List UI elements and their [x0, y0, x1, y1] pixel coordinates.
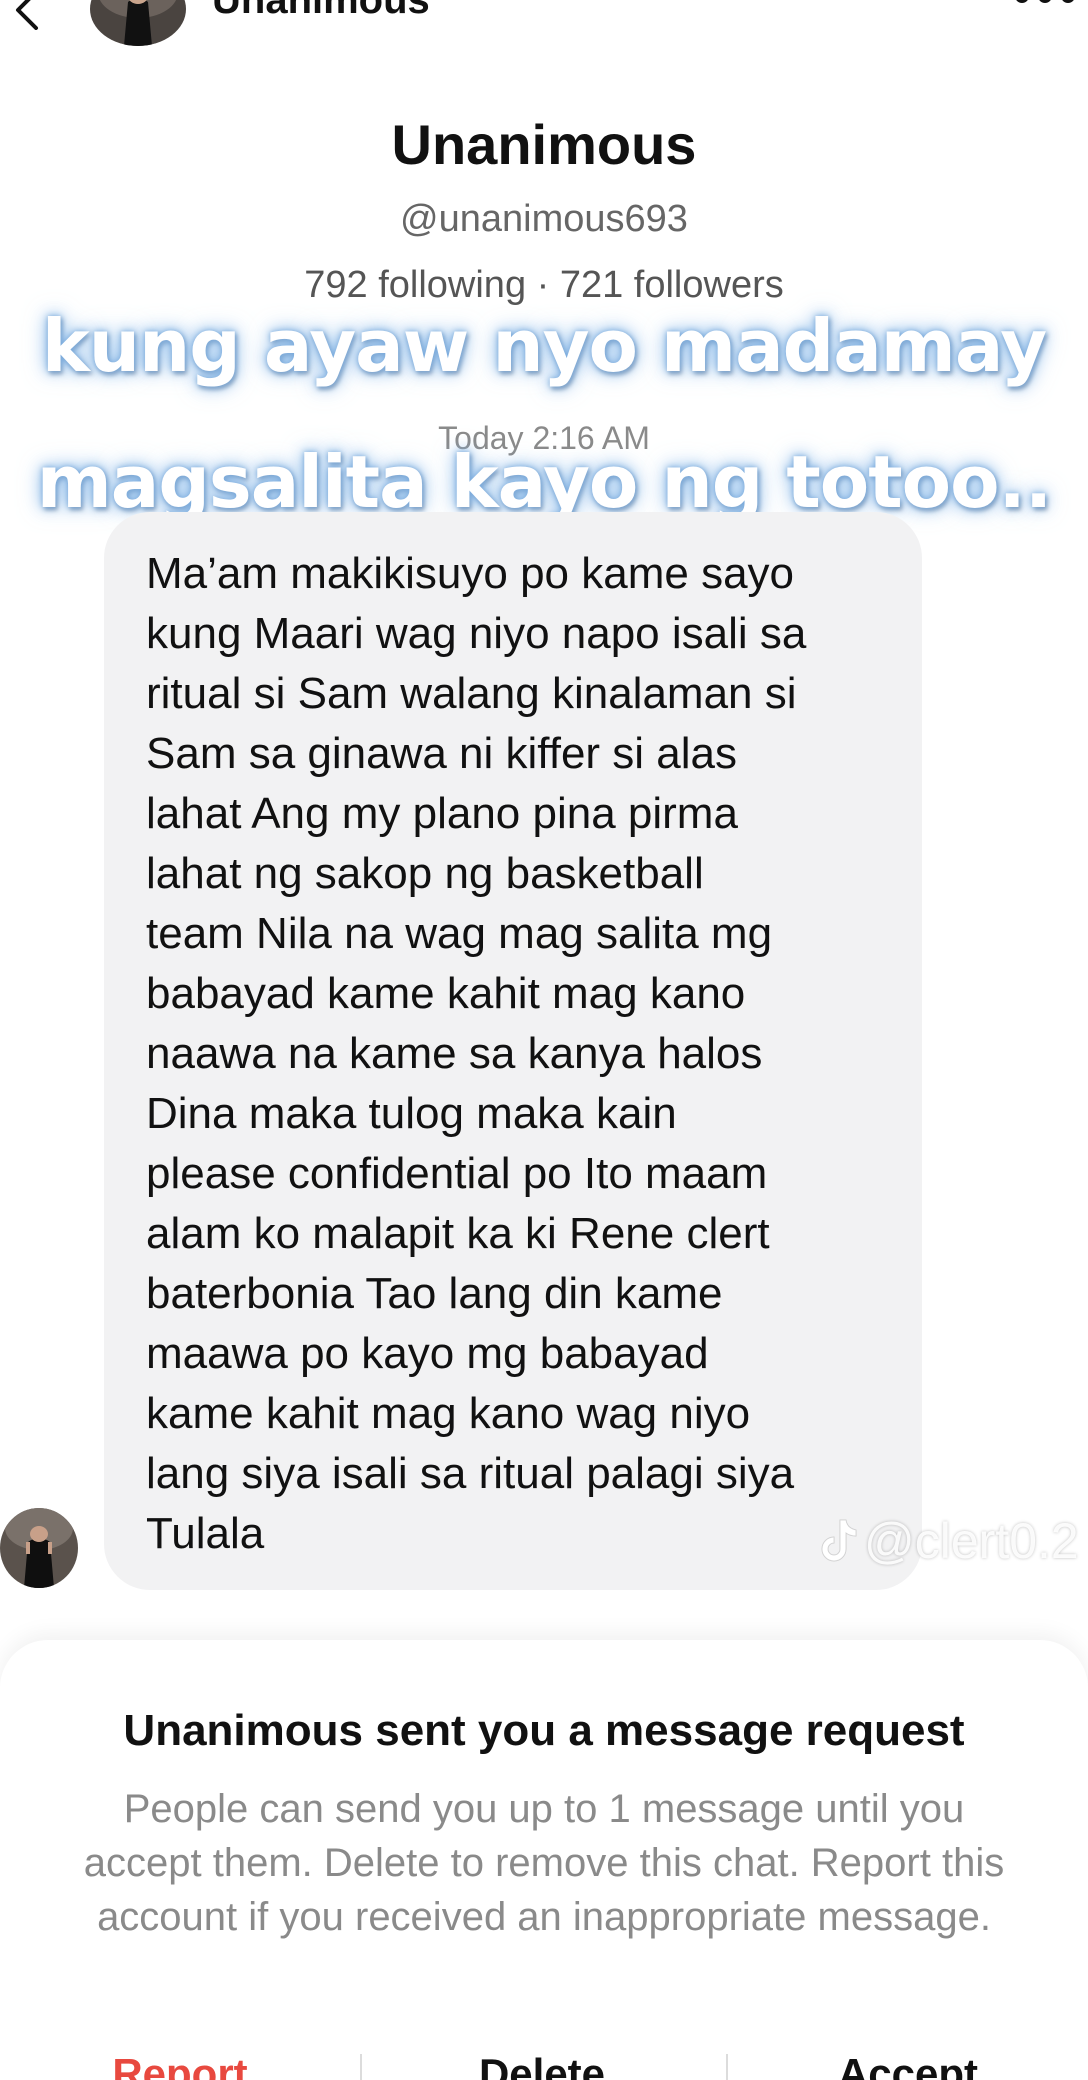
top-bar: Unanimous [0, 0, 1088, 46]
tiktok-watermark: @clert0.2 [816, 1512, 1079, 1570]
request-description: People can send you up to 1 message unti… [83, 1787, 1005, 1939]
report-button[interactable]: Report [0, 2050, 360, 2080]
header-avatar[interactable] [90, 0, 186, 46]
delete-button[interactable]: Delete [362, 2050, 722, 2080]
profile-name: Unanimous [391, 113, 697, 176]
message-bubble[interactable]: Ma’am makikisuyo po kame sayo kung Maari… [104, 512, 922, 1590]
profile-stats: 792 following · 721 followers [304, 264, 784, 306]
header-title[interactable]: Unanimous [212, 0, 430, 23]
sender-avatar[interactable] [0, 1508, 78, 1588]
message-text: Ma’am makikisuyo po kame sayo kung Maari… [146, 549, 807, 1558]
accept-button[interactable]: Accept [728, 2050, 1088, 2080]
tiktok-icon [821, 1519, 857, 1562]
request-title: Unanimous sent you a message request [123, 1706, 965, 1755]
watermark-handle: @clert0.2 [864, 1513, 1079, 1569]
back-chevron-icon[interactable] [6, 0, 46, 30]
chat-screen: Unanimous Unanimous @unanimous693 792 fo… [0, 0, 1088, 2080]
more-dots-icon[interactable] [1010, 0, 1080, 12]
profile-handle: @unanimous693 [400, 198, 688, 240]
overlay-caption-line-1: kung ayaw nyo madamay [41, 304, 1047, 388]
